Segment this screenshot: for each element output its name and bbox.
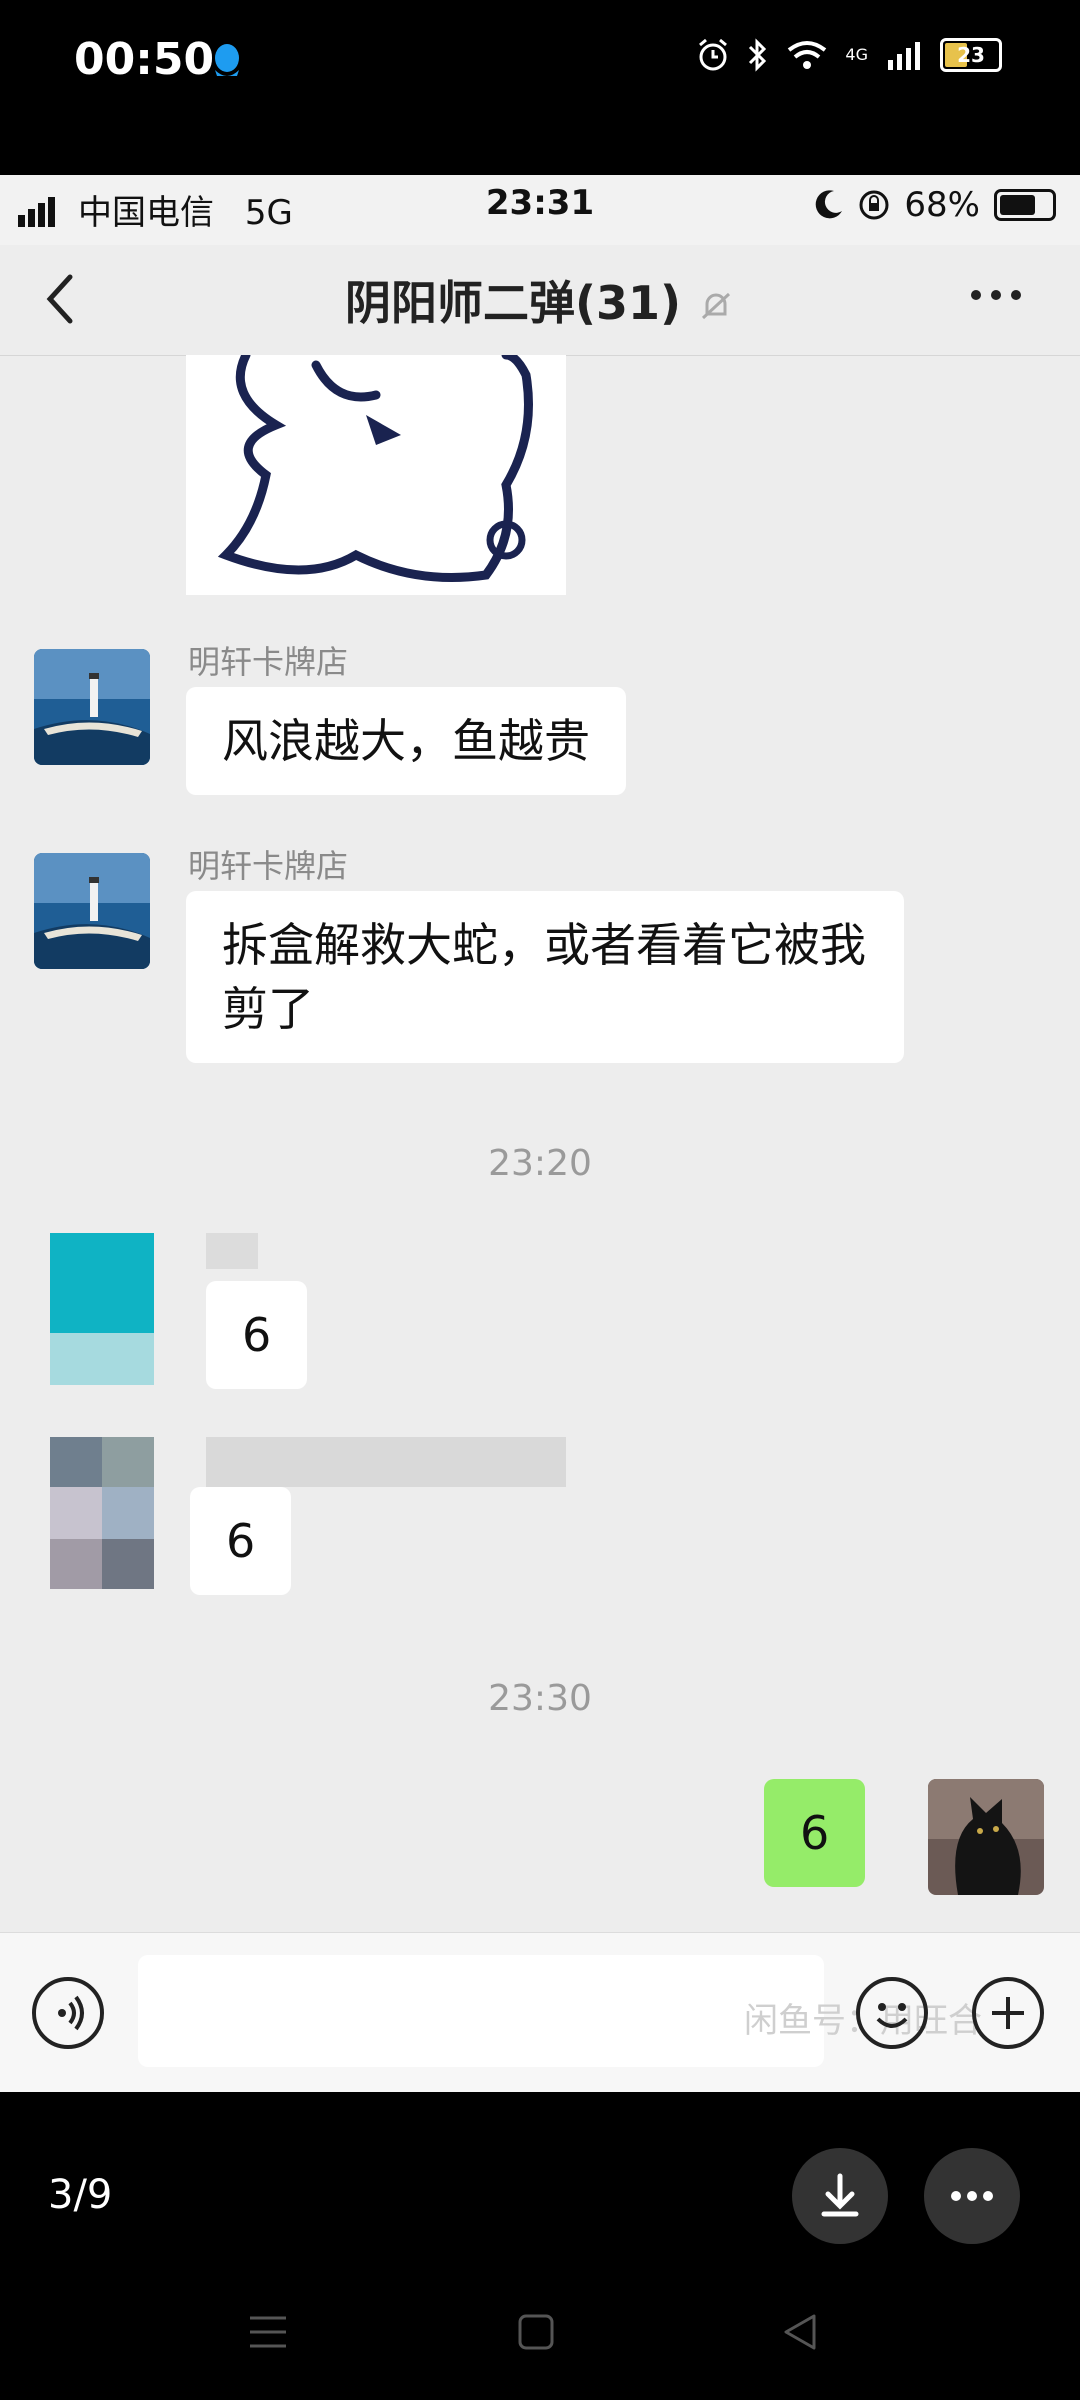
message-bubble[interactable]: 风浪越大，鱼越贵	[186, 687, 626, 795]
sender-name: 明轩卡牌店	[188, 643, 349, 681]
menu-icon[interactable]	[246, 2312, 290, 2352]
battery-icon: 23	[940, 38, 1002, 72]
alarm-icon	[699, 38, 728, 71]
download-icon	[821, 2173, 859, 2217]
emoji-icon[interactable]	[856, 1977, 928, 2049]
blurred-sender-name	[206, 1233, 258, 1269]
back-icon[interactable]	[780, 2312, 820, 2352]
message-bubble[interactable]: 6	[190, 1487, 292, 1595]
lighthouse-avatar-image	[34, 649, 150, 765]
timestamp: 23:20	[488, 1143, 592, 1184]
cell-signal-icon	[888, 42, 920, 70]
chat-screenshot: 中国电信 5G 23:31 68% 阴阳师二弹(31) 明轩卡牌店 风浪越大，鱼…	[0, 175, 1080, 2092]
battery-icon	[994, 189, 1056, 221]
moon-icon	[816, 190, 843, 219]
chat-title-text: 阴阳师二弹(31)	[344, 276, 682, 330]
download-button[interactable]	[792, 2148, 888, 2244]
rotation-lock-icon	[859, 190, 889, 220]
system-nav-bar	[0, 2290, 1080, 2380]
sticker-image[interactable]	[186, 350, 566, 595]
phone-status-icons: 4G 23	[697, 38, 1002, 72]
mute-bell-icon	[702, 292, 731, 319]
message-bubble[interactable]: 拆盒解救大蛇，或者看着它被我剪了	[186, 891, 904, 1063]
avatar[interactable]	[34, 853, 150, 969]
more-options-icon[interactable]	[966, 285, 1026, 304]
smiley-face-icon	[876, 2003, 908, 2028]
voice-input-icon[interactable]	[32, 1977, 104, 2049]
avatar[interactable]	[34, 649, 150, 765]
message-bubble[interactable]: 6	[206, 1281, 308, 1389]
sound-wave-icon	[58, 1995, 84, 2031]
message-input[interactable]	[138, 1955, 824, 2067]
my-message-bubble[interactable]: 6	[764, 1779, 866, 1887]
inner-battery-percent: 68%	[904, 185, 980, 225]
wifi-icon	[788, 41, 827, 69]
chat-header: 阴阳师二弹(31)	[0, 245, 1080, 356]
phone-clock: 00:50	[74, 34, 215, 85]
timestamp: 23:30	[488, 1678, 592, 1719]
battery-level: 23	[957, 43, 985, 67]
chat-title: 阴阳师二弹(31)	[0, 267, 1080, 333]
lighthouse-avatar-image	[34, 853, 150, 969]
blurred-avatar[interactable]	[50, 1233, 154, 1385]
inner-status-bar: 中国电信 5G 23:31 68%	[0, 175, 1080, 245]
inner-status-icons: 68%	[814, 185, 1056, 225]
plus-icon	[992, 1997, 1024, 2029]
qq-icon	[215, 44, 239, 76]
sticker-drawing	[217, 350, 533, 582]
blurred-sender-name	[206, 1437, 566, 1487]
network-type: 4G	[845, 47, 868, 63]
ellipsis-icon	[951, 2191, 993, 2201]
black-cat-avatar-image	[928, 1779, 1044, 1895]
my-avatar[interactable]	[928, 1779, 1044, 1895]
page-counter: 3/9	[48, 2172, 113, 2218]
more-button[interactable]	[924, 2148, 1020, 2244]
network-type-label: 4G	[845, 45, 868, 64]
home-icon[interactable]	[516, 2312, 556, 2352]
phone-status-bar: 00:50 4G 23	[0, 0, 1080, 175]
sender-name: 明轩卡牌店	[188, 847, 349, 885]
blurred-avatar[interactable]	[50, 1437, 154, 1589]
bluetooth-icon	[749, 38, 767, 72]
chat-input-bar: 闲鱼号：用旺合	[0, 1932, 1080, 2092]
add-attachment-icon[interactable]	[972, 1977, 1044, 2049]
